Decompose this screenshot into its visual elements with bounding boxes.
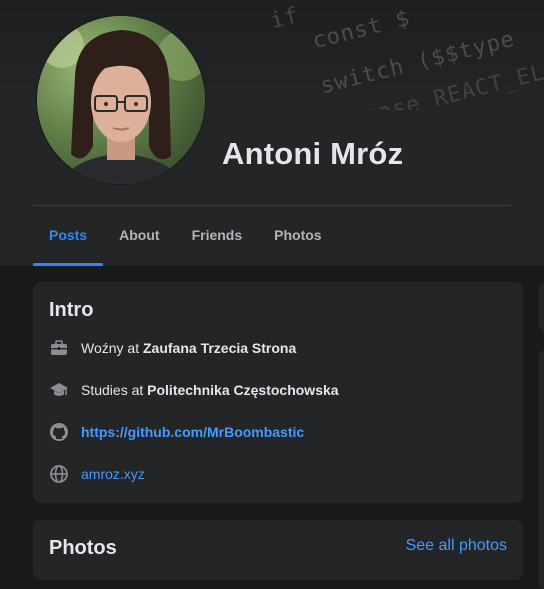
photos-card: Photos See all photos — [33, 520, 523, 580]
tab-friends[interactable]: Friends — [176, 206, 259, 266]
work-prefix: Woźny at — [81, 340, 143, 356]
profile-avatar[interactable] — [37, 16, 205, 184]
education-prefix: Studies at — [81, 382, 148, 398]
profile-header: if const $ switch ($$type case REACT_ELE — [0, 0, 544, 266]
intro-work-row: Woźny at Zaufana Trzecia Strona — [49, 337, 296, 359]
briefcase-icon — [49, 338, 69, 358]
education-place-link[interactable]: Politechnika Częstochowska — [147, 382, 338, 398]
graduation-cap-icon — [49, 380, 69, 400]
intro-title: Intro — [49, 299, 94, 321]
side-panel-card — [538, 282, 544, 332]
profile-page: if const $ switch ($$type case REACT_ELE — [0, 0, 544, 589]
photos-title: Photos — [49, 537, 117, 559]
intro-website-row: amroz.xyz — [49, 463, 145, 485]
tab-photos[interactable]: Photos — [258, 206, 337, 266]
profile-name: Antoni Mróz — [222, 136, 404, 171]
intro-github-row: https://github.com/MrBoombastic — [49, 421, 304, 443]
github-icon — [49, 422, 69, 442]
tab-posts[interactable]: Posts — [33, 206, 104, 266]
work-place-link[interactable]: Zaufana Trzecia Strona — [143, 340, 296, 356]
tab-about[interactable]: About — [103, 206, 175, 266]
avatar-portrait-image — [37, 16, 205, 184]
profile-tabs: Posts About Friends Photos — [33, 206, 338, 266]
intro-card: Intro Woźny at Zaufana Trzecia Strona St… — [33, 282, 523, 503]
side-panel-card — [538, 350, 544, 589]
intro-education-row: Studies at Politechnika Częstochowska — [49, 379, 339, 401]
globe-icon — [49, 464, 69, 484]
website-link[interactable]: amroz.xyz — [81, 466, 145, 482]
see-all-photos-link[interactable]: See all photos — [406, 537, 507, 555]
cover-code-line: if — [268, 3, 302, 35]
cover-code-line: const $ — [310, 5, 413, 55]
github-link[interactable]: https://github.com/MrBoombastic — [81, 424, 304, 440]
